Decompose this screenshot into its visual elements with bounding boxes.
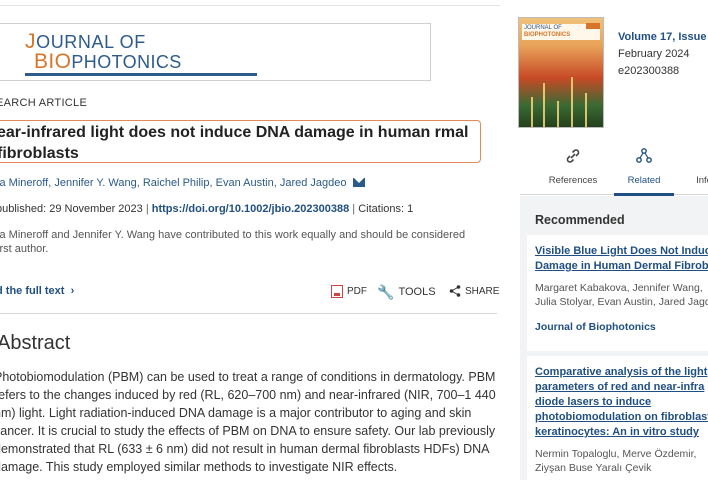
- tab-info-label: Info: [696, 175, 708, 186]
- recommended-authors: Nermin Topaloglu, Merve Özdemir, Ziyşan …: [535, 448, 697, 474]
- journal-banner-line2: BIOPHOTONICS: [34, 50, 182, 73]
- cover-graphic: [585, 93, 587, 127]
- link-icon: [564, 145, 582, 167]
- abstract-heading: Abstract: [0, 332, 71, 354]
- author-link[interactable]: Evan Austin: [216, 177, 274, 189]
- pdf-button[interactable]: PDF: [331, 285, 367, 298]
- tab-related-label: Related: [627, 175, 661, 186]
- cover-graphic: [531, 97, 533, 127]
- article-type-label: EARCH ARTICLE: [0, 97, 88, 109]
- doi-link[interactable]: https://doi.org/10.1002/jbio.202300388: [152, 203, 349, 215]
- mail-icon[interactable]: [352, 178, 365, 187]
- section-divider: [0, 313, 497, 314]
- tab-info[interactable]: Info: [684, 145, 708, 195]
- wrench-icon: 🔧: [377, 284, 395, 300]
- citations-count[interactable]: Citations: 1: [358, 203, 413, 215]
- tab-references-label: References: [548, 175, 598, 186]
- published-date: published: 29 November 2023: [0, 203, 143, 215]
- article-title-box: ear-infrared light does not induce DNA d…: [0, 120, 481, 163]
- recommended-journal-link[interactable]: Journal of Biophotonics: [535, 321, 656, 333]
- recommended-item: Visible Blue Light Does Not Induce Damag…: [527, 235, 708, 351]
- recommended-authors: Margaret Kabakova, Jennifer Wang, Julia …: [535, 282, 708, 308]
- pdf-icon: [331, 285, 343, 298]
- author-link[interactable]: Jennifer Y. Wang: [54, 177, 136, 189]
- recommended-heading: Recommended: [535, 213, 625, 227]
- banner-underline: [25, 73, 257, 76]
- tools-button[interactable]: 🔧 TOOLS: [377, 285, 436, 299]
- contribution-note: ca Mineroff and Jennifer Y. Wang have co…: [0, 229, 466, 255]
- author-link[interactable]: Jared Jagdeo: [280, 177, 347, 189]
- recommended-title-link[interactable]: Comparative analysis of the light parame…: [535, 365, 708, 440]
- pdf-label: PDF: [347, 286, 367, 297]
- share-label: SHARE: [465, 285, 500, 297]
- publication-line: published: 29 November 2023 | https://do…: [0, 203, 413, 215]
- read-full-text-link[interactable]: d the full text ›: [0, 285, 74, 297]
- journal-banner[interactable]: JOURNAL OF BIOPHOTONICS: [0, 23, 431, 81]
- author-link[interactable]: ca Mineroff: [0, 177, 48, 189]
- tab-references[interactable]: References: [538, 145, 608, 195]
- abstract-text: Photobiomodulation (PBM) can be used to …: [0, 370, 496, 474]
- recommended-title-link[interactable]: Visible Blue Light Does Not Induce Damag…: [535, 244, 708, 274]
- author-list: ca Mineroff, Jennifer Y. Wang, Raichel P…: [0, 177, 365, 189]
- article-title: ear-infrared light does not induce DNA d…: [0, 124, 469, 162]
- author-link[interactable]: Raichel Philip: [143, 177, 210, 189]
- network-icon: [635, 145, 653, 167]
- sidebar-tabs: References Related Info: [520, 145, 708, 195]
- top-divider: [0, 5, 500, 6]
- chevron-right-icon: ›: [67, 285, 75, 297]
- article-number: e202300388: [618, 65, 680, 77]
- cover-graphic: [543, 83, 545, 127]
- recommended-item: Comparative analysis of the light parame…: [527, 356, 708, 480]
- tab-related[interactable]: Related: [616, 145, 672, 195]
- cover-tag: [586, 23, 600, 29]
- share-button[interactable]: SHARE: [449, 285, 499, 297]
- share-icon: [449, 285, 461, 297]
- cover-graphic: [571, 77, 573, 127]
- issue-date: February 2024: [618, 48, 690, 60]
- issue-volume-link[interactable]: Volume 17, Issue: [618, 31, 706, 43]
- tools-label: TOOLS: [398, 286, 436, 298]
- cover-graphic: [557, 101, 559, 127]
- journal-cover-image[interactable]: JOURNAL OF BIOPHOTONICS: [518, 17, 604, 128]
